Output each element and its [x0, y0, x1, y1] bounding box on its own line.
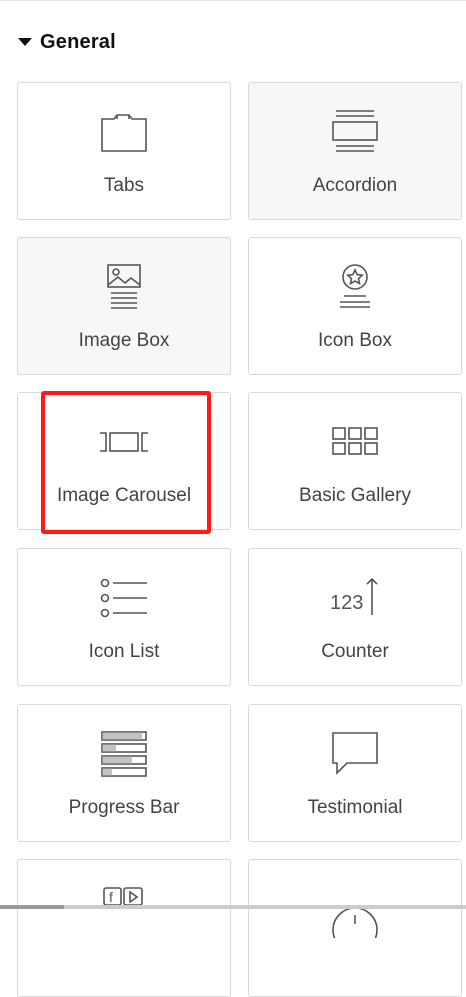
- widget-label: Icon Box: [318, 330, 392, 351]
- counter-icon-text: 123: [330, 592, 363, 614]
- social-icon-text: f: [109, 889, 113, 905]
- widget-label: Image Box: [78, 330, 170, 351]
- scrollbar-thumb[interactable]: [0, 905, 64, 909]
- horizontal-scrollbar[interactable]: [0, 905, 466, 909]
- widget-label: Basic Gallery: [299, 485, 411, 506]
- testimonial-icon: [327, 727, 383, 783]
- widget-label: Image Carousel: [56, 485, 192, 506]
- image-carousel-icon: [96, 415, 152, 471]
- widget-label: Progress Bar: [68, 797, 180, 818]
- counter-icon: 123: [327, 571, 383, 627]
- widget-basic-gallery[interactable]: Basic Gallery: [248, 392, 462, 530]
- widget-counter[interactable]: 123 Counter: [248, 548, 462, 686]
- widget-label: Testimonial: [307, 797, 403, 818]
- widget-social-icons[interactable]: f: [17, 859, 231, 997]
- progress-bar-icon: [96, 727, 152, 783]
- widget-image-carousel[interactable]: Image Carousel: [17, 392, 231, 530]
- widget-label: Counter: [321, 641, 389, 662]
- widget-progress-bar[interactable]: Progress Bar: [17, 704, 231, 842]
- section-title: General: [40, 30, 116, 53]
- widget-label: Tabs: [103, 175, 145, 196]
- widget-icon-list[interactable]: Icon List: [17, 548, 231, 686]
- tabs-icon: [96, 105, 152, 161]
- caret-down-icon: [18, 38, 32, 46]
- widget-icon-box[interactable]: Icon Box: [248, 237, 462, 375]
- alert-icon: [327, 882, 383, 938]
- social-icons-icon: f: [96, 882, 152, 938]
- widget-label: Icon List: [88, 641, 160, 662]
- widget-tabs[interactable]: Tabs: [17, 82, 231, 220]
- image-box-icon: [96, 260, 152, 316]
- widget-alert[interactable]: [248, 859, 462, 997]
- section-header-general[interactable]: General: [18, 30, 116, 54]
- icon-box-icon: [327, 260, 383, 316]
- basic-gallery-icon: [327, 415, 383, 471]
- widget-label: Accordion: [312, 175, 398, 196]
- widget-testimonial[interactable]: Testimonial: [248, 704, 462, 842]
- accordion-icon: [327, 105, 383, 161]
- widget-image-box[interactable]: Image Box: [17, 237, 231, 375]
- top-divider: [0, 0, 466, 1]
- icon-list-icon: [96, 571, 152, 627]
- widget-accordion[interactable]: Accordion: [248, 82, 462, 220]
